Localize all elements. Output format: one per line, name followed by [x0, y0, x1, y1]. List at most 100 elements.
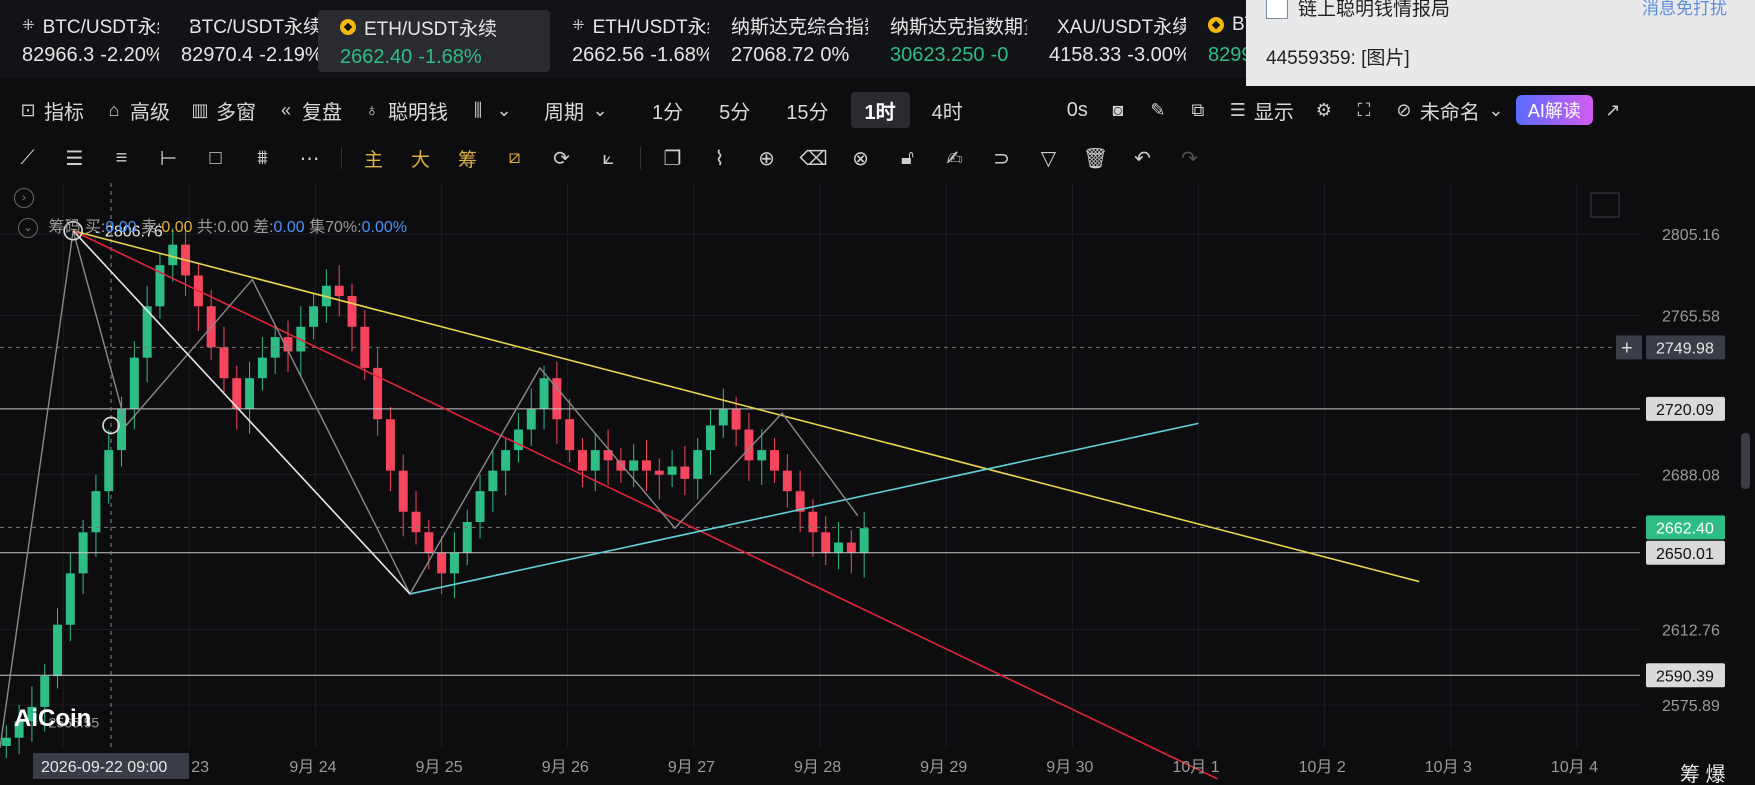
fullscreen-button[interactable]: ⛶: [1344, 92, 1384, 128]
x-icon: ⁜: [572, 17, 585, 34]
ticker-5[interactable]: 纳斯达克指数期货 30623.250 -0: [868, 0, 1027, 78]
pencil-icon: ✎: [1150, 99, 1166, 120]
candle-body: [488, 470, 498, 492]
candle-body: [437, 552, 447, 574]
interval-tab-1[interactable]: 5分: [705, 92, 764, 128]
x-axis-label: 9月 24: [289, 759, 336, 776]
ticker-change: -0: [990, 44, 1009, 66]
copy-icon[interactable]: ❐: [649, 146, 696, 171]
ticker-0[interactable]: ⁜ BTC/USDT永续 82966.3-2.20%: [0, 0, 159, 78]
collapse-icon[interactable]: ⌄: [18, 217, 38, 238]
ai-read-button[interactable]: AI解读: [1515, 95, 1593, 125]
candle-body: [577, 450, 587, 471]
candle-body: [539, 378, 549, 409]
horizontal-ray-icon[interactable]: ⊢: [145, 146, 192, 171]
ticker-6[interactable]: XAU/USDT永续 4158.33 -3.00%: [1027, 0, 1186, 78]
x-axis-label: 9月 26: [542, 759, 589, 776]
horizontal-lines-icon[interactable]: ≡: [98, 147, 145, 170]
chevron-down-icon: ⌄: [496, 99, 512, 120]
trendline-tool-icon[interactable]: ⟋: [4, 147, 51, 170]
collapse-icon[interactable]: ›: [14, 188, 34, 208]
layout-dropdown[interactable]: ⊘ 未命名 ⌄: [1384, 92, 1516, 128]
period-dropdown[interactable]: 周期 ⌄: [534, 92, 620, 128]
candle-body: [770, 450, 780, 471]
ticker-4[interactable]: 纳斯达克综合指数 27068.72 0%: [709, 0, 868, 78]
ticker-change: -1.68%: [650, 44, 709, 66]
candle-body: [245, 378, 255, 409]
compare-icon[interactable]: ⧄: [491, 147, 538, 169]
notification-popup[interactable]: 链上聪明钱情报局 消息免打扰 44559359: [图片]: [1246, 0, 1755, 86]
draw-button[interactable]: ✎: [1138, 92, 1178, 128]
redo-icon[interactable]: ↷: [1166, 146, 1213, 171]
multi-window-button[interactable]: ▥ 多窗: [180, 92, 266, 128]
x-axis-label: 9月 25: [416, 759, 463, 776]
ticker-1[interactable]: BTC/USDT永续 82970.4 -2.19%: [159, 0, 318, 78]
indicators-button[interactable]: ⊡ 指标: [0, 92, 94, 128]
x-axis-label: 9月 27: [668, 759, 715, 776]
interval-tab-0[interactable]: 1分: [638, 92, 697, 128]
undo-icon[interactable]: ↶: [1119, 146, 1166, 171]
candle-body: [731, 409, 741, 430]
ticker-2[interactable]: ETH/USDT永续 2662.40 -1.68%: [318, 10, 550, 72]
price-tag-label: 2720.09: [1656, 402, 1714, 419]
candle-body: [168, 244, 178, 266]
ticker-3[interactable]: ⁜ ETH/USDT永续 2662.56-1.68%: [550, 0, 709, 78]
bottom-toggles[interactable]: 筹 爆: [1680, 758, 1726, 785]
lock-icon[interactable]: 🔓︎: [884, 147, 931, 170]
interval-tab-3[interactable]: 1时: [850, 92, 910, 128]
candle-body: [526, 409, 536, 430]
display-button[interactable]: ☰ 显示: [1218, 92, 1304, 128]
chips-button[interactable]: 筹: [444, 145, 491, 172]
large-order-button[interactable]: 大: [397, 145, 444, 172]
share-icon: ↗: [1605, 99, 1621, 120]
candle-body: [834, 542, 844, 553]
replay-button[interactable]: «复盘: [266, 92, 352, 128]
x-axis-label: 2026-09-22 09:00: [41, 759, 167, 776]
edit-list-icon[interactable]: ✍: [931, 146, 978, 171]
chart-canvas[interactable]: - 2806.76- 2565.552805.162765.582688.082…: [0, 183, 1755, 785]
rectangle-tool-icon[interactable]: □: [192, 147, 239, 170]
x-axis-label: 10月 2: [1299, 759, 1346, 776]
magnet-icon[interactable]: ⊃: [978, 146, 1025, 171]
eraser-icon[interactable]: ⌫: [790, 146, 837, 171]
rewind-icon: «: [280, 99, 291, 120]
x-axis-label: 9月 28: [794, 759, 841, 776]
interval-tab-2[interactable]: 15分: [772, 92, 842, 128]
divider: [341, 147, 342, 169]
share-button[interactable]: ↗: [1593, 92, 1633, 128]
brush-icon[interactable]: ⟀: [585, 147, 632, 170]
advanced-button[interactable]: ⌂ 高级: [94, 92, 180, 128]
candle-body: [859, 528, 869, 553]
measure-tool-icon[interactable]: ⩩: [239, 147, 286, 170]
delete-icon[interactable]: 🗑︎: [1072, 146, 1119, 171]
external-button[interactable]: ⧉: [1178, 92, 1218, 128]
candle-body: [91, 491, 101, 533]
interval-tab-4[interactable]: 4时: [918, 92, 977, 128]
screenshot-button[interactable]: ◙: [1098, 92, 1138, 128]
smart-money-button[interactable]: ♁ 聪明钱: [352, 92, 458, 128]
ruler-icon[interactable]: ⌇: [696, 146, 743, 171]
parallel-channel-icon[interactable]: ☰: [51, 146, 98, 171]
candle-body: [590, 450, 600, 471]
more-tools-icon[interactable]: ⋯: [286, 146, 333, 171]
filter-icon[interactable]: ▽: [1025, 146, 1072, 171]
settings-button[interactable]: ⚙: [1304, 92, 1344, 128]
hide-drawings-icon[interactable]: ⊗: [837, 146, 884, 171]
main-indicator-button[interactable]: 主: [350, 145, 397, 172]
candle-body: [693, 450, 703, 479]
candle-body: [1, 737, 11, 746]
price-tag-label: 2650.01: [1656, 546, 1714, 563]
ticker-price: 2662.40: [340, 46, 413, 68]
chevron-down-icon: ⌄: [592, 99, 608, 120]
y-axis-label: 2688.08: [1662, 468, 1720, 485]
sync-icon[interactable]: ⟳: [538, 146, 585, 171]
price-chart[interactable]: - 2806.76- 2565.55 2805.16 2765.58 2688.08 2…: [0, 183, 1755, 785]
chart-type-dropdown[interactable]: ⫼ ⌄: [458, 92, 524, 128]
candle-body: [65, 573, 75, 625]
mute-button[interactable]: 消息免打扰: [1642, 0, 1727, 19]
x-axis-label: 10月 1: [1172, 759, 1219, 776]
zoom-in-icon[interactable]: ⊕: [743, 146, 790, 171]
ticker-price: 4158.33: [1049, 44, 1122, 66]
y-axis-label: 2765.58: [1662, 308, 1720, 325]
chip-distribution-readout: ⌄ 筹码 买:0.00 卖:0.00 共:0.00 差:0.00 集70%:0.…: [18, 213, 407, 238]
